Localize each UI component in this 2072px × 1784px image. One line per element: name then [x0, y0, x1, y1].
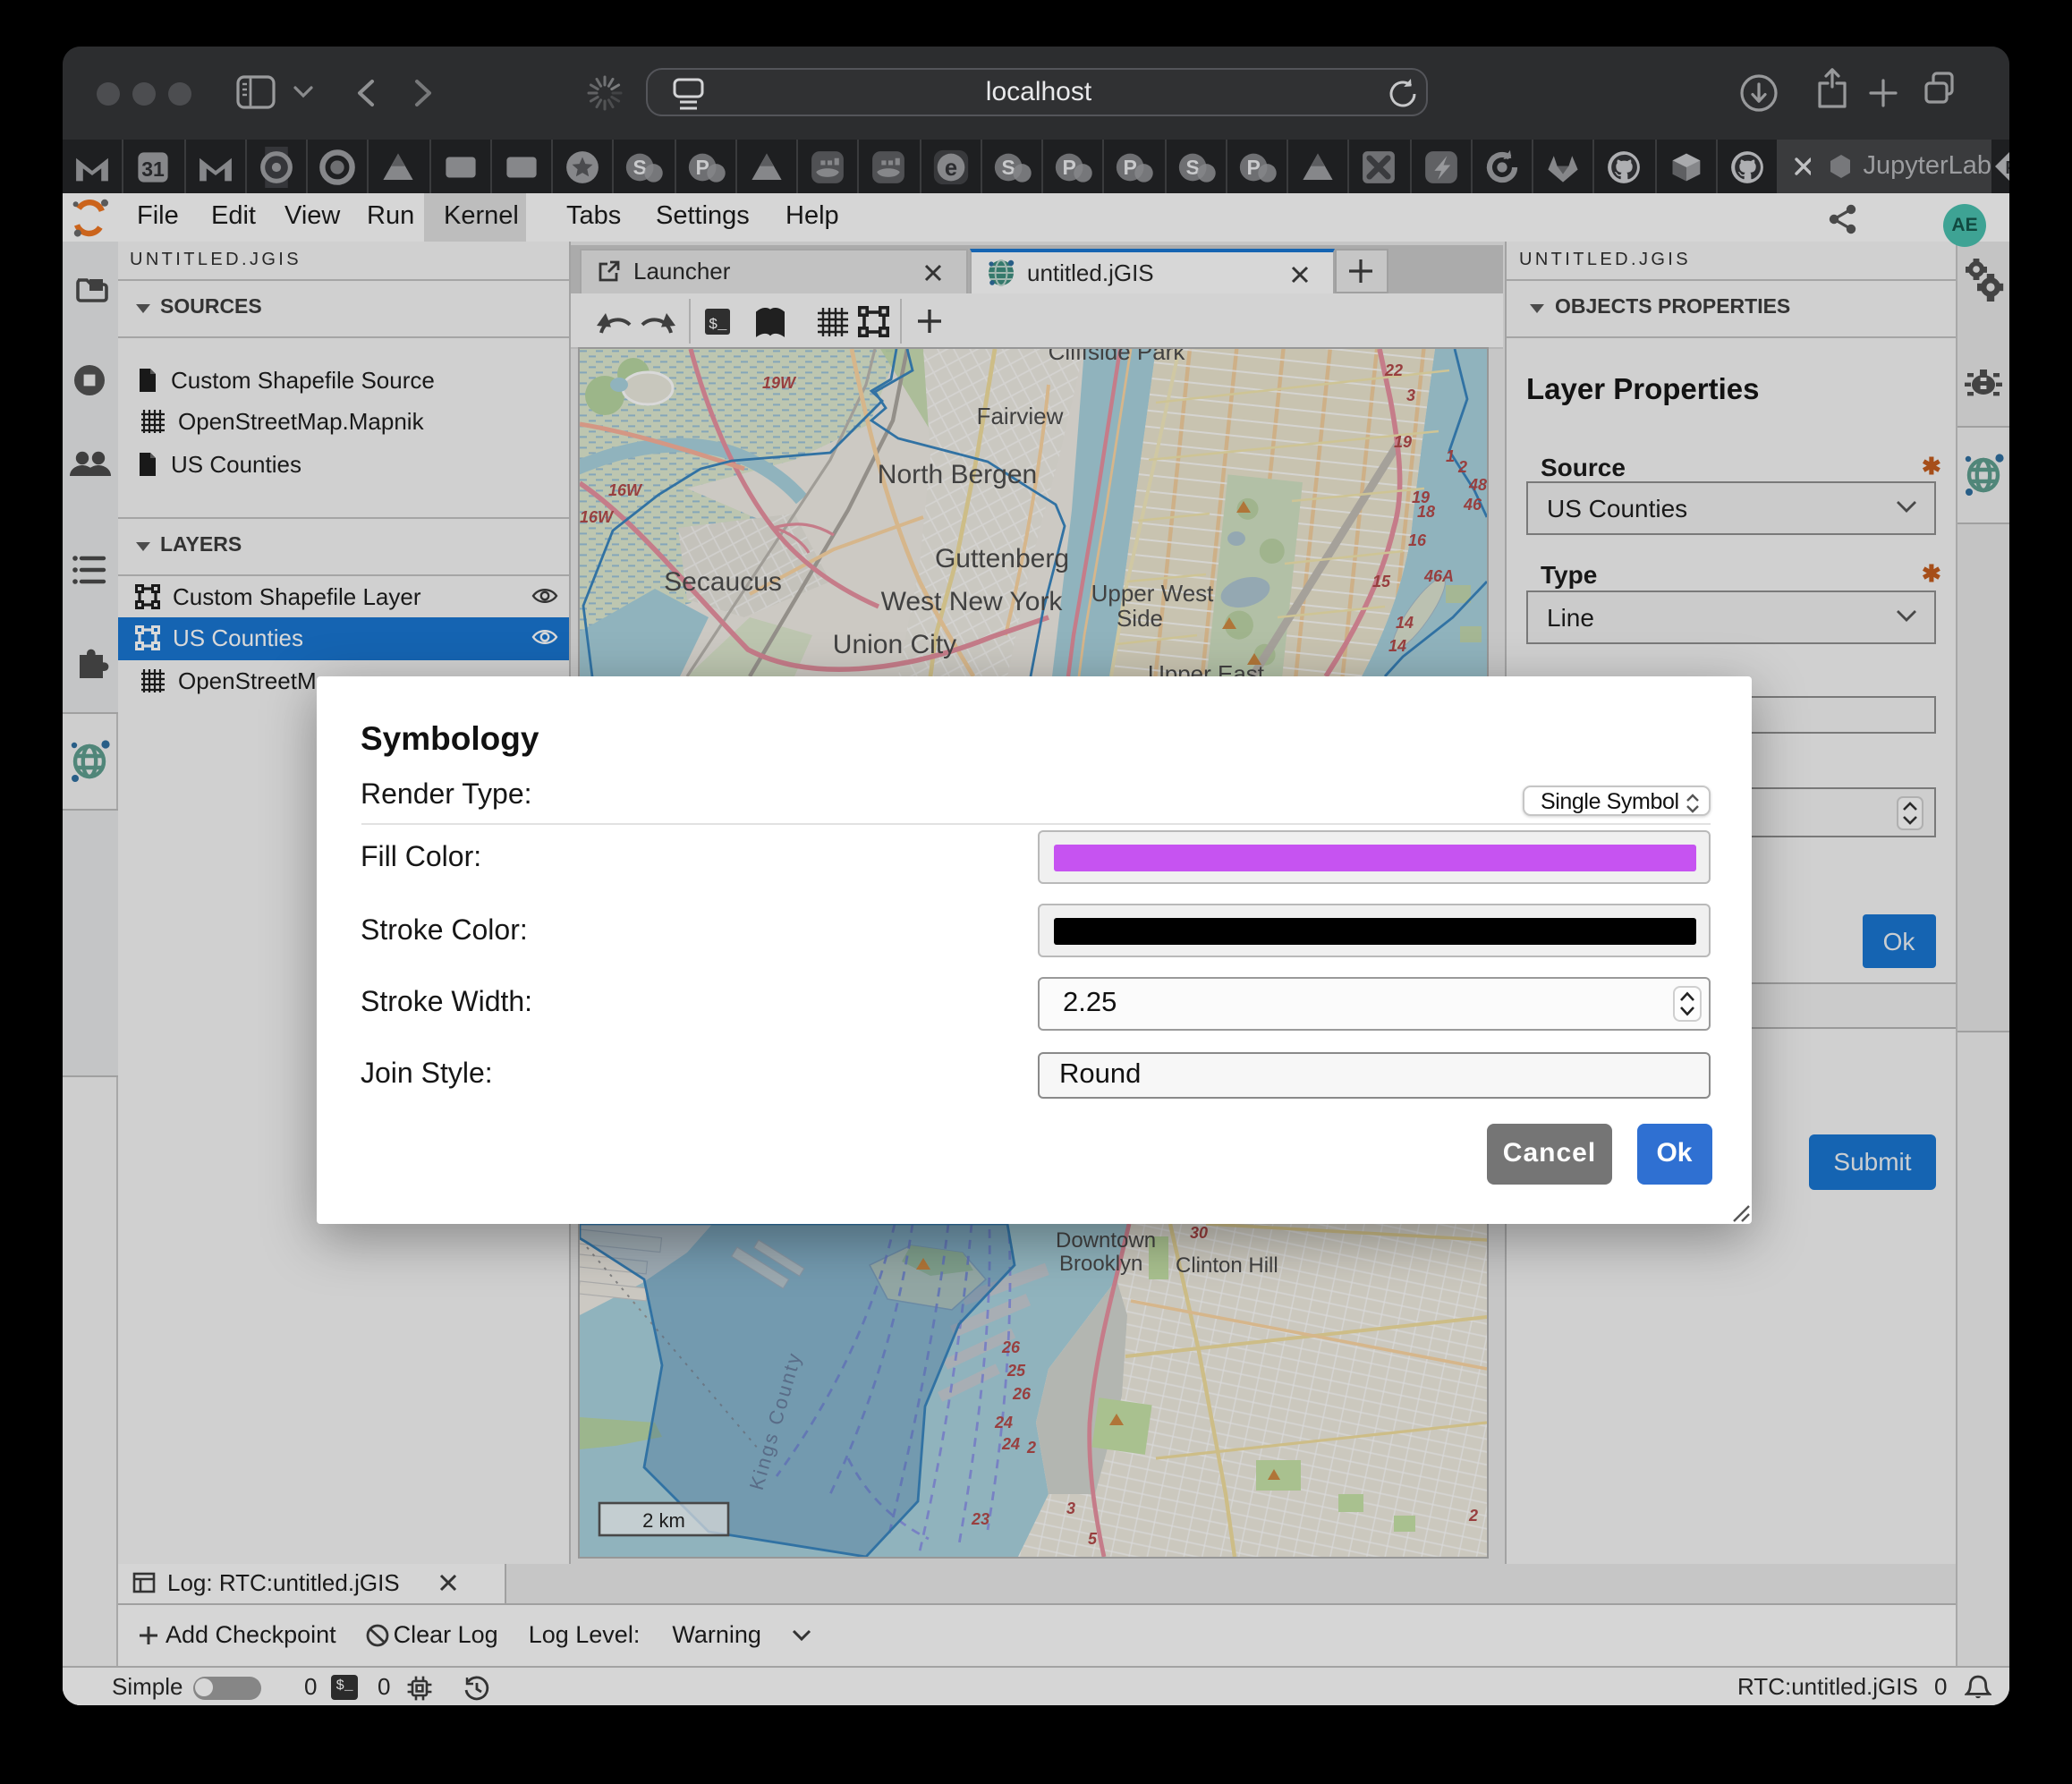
svg-text:P: P [2005, 158, 2009, 178]
svg-text:P: P [1124, 155, 1137, 178]
svg-text:S: S [633, 155, 647, 178]
svg-text:P: P [1063, 155, 1076, 178]
svg-text:S: S [1185, 155, 1199, 178]
svg-text:31: 31 [142, 157, 166, 180]
svg-text:P: P [1246, 155, 1260, 178]
svg-text:P: P [695, 155, 709, 178]
svg-text:e: e [944, 155, 956, 180]
svg-text:S: S [1001, 155, 1015, 178]
